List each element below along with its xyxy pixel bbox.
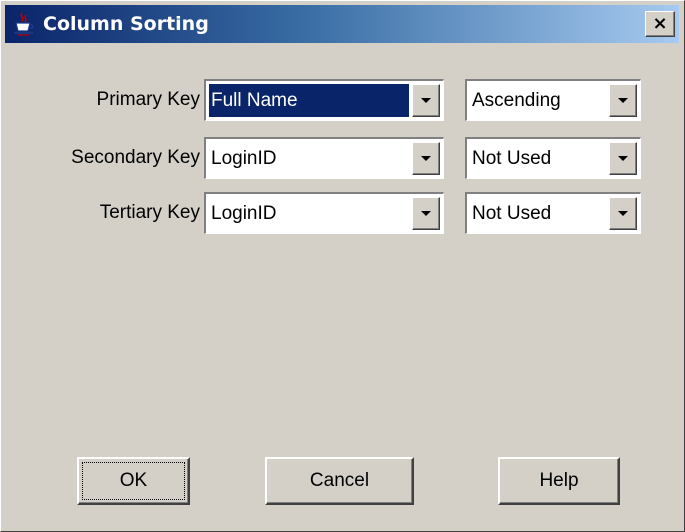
secondary-key-row: Secondary Key LoginID Not Used — [1, 137, 685, 179]
primary-order-select[interactable]: Ascending — [465, 79, 641, 121]
column-sorting-dialog: Column Sorting × Primary Key Full Name A… — [0, 0, 685, 532]
secondary-key-value: LoginID — [211, 148, 277, 169]
window-title: Column Sorting — [43, 13, 209, 35]
secondary-key-select[interactable]: LoginID — [204, 137, 444, 179]
secondary-order-select[interactable]: Not Used — [465, 137, 641, 179]
chevron-down-icon[interactable] — [609, 197, 637, 230]
chevron-down-icon[interactable] — [412, 84, 440, 117]
focus-indicator — [82, 462, 185, 500]
java-cup-icon — [14, 12, 34, 36]
chevron-down-icon[interactable] — [412, 142, 440, 175]
tertiary-key-value: LoginID — [211, 203, 277, 224]
tertiary-order-value: Not Used — [472, 203, 552, 224]
tertiary-order-select[interactable]: Not Used — [465, 192, 641, 234]
chevron-down-icon[interactable] — [609, 84, 637, 117]
primary-key-select[interactable]: Full Name — [204, 79, 444, 121]
primary-key-value: Full Name — [209, 84, 409, 117]
tertiary-key-row: Tertiary Key LoginID Not Used — [1, 192, 685, 234]
help-button-label: Help — [539, 470, 579, 491]
chevron-down-icon[interactable] — [412, 197, 440, 230]
secondary-key-label: Secondary Key — [71, 147, 200, 168]
cancel-button[interactable]: Cancel — [265, 457, 414, 505]
secondary-order-value: Not Used — [472, 148, 552, 169]
tertiary-key-label: Tertiary Key — [99, 202, 200, 223]
chevron-down-icon[interactable] — [609, 142, 637, 175]
primary-order-value: Ascending — [472, 90, 561, 111]
cancel-button-label: Cancel — [309, 470, 370, 491]
close-button[interactable]: × — [645, 11, 675, 37]
help-button[interactable]: Help — [498, 457, 620, 505]
primary-key-row: Primary Key Full Name Ascending — [1, 79, 685, 121]
tertiary-key-select[interactable]: LoginID — [204, 192, 444, 234]
ok-button[interactable]: OK — [77, 457, 190, 505]
close-icon: × — [652, 13, 668, 34]
primary-key-label: Primary Key — [96, 89, 200, 110]
title-bar[interactable]: Column Sorting × — [5, 5, 679, 43]
